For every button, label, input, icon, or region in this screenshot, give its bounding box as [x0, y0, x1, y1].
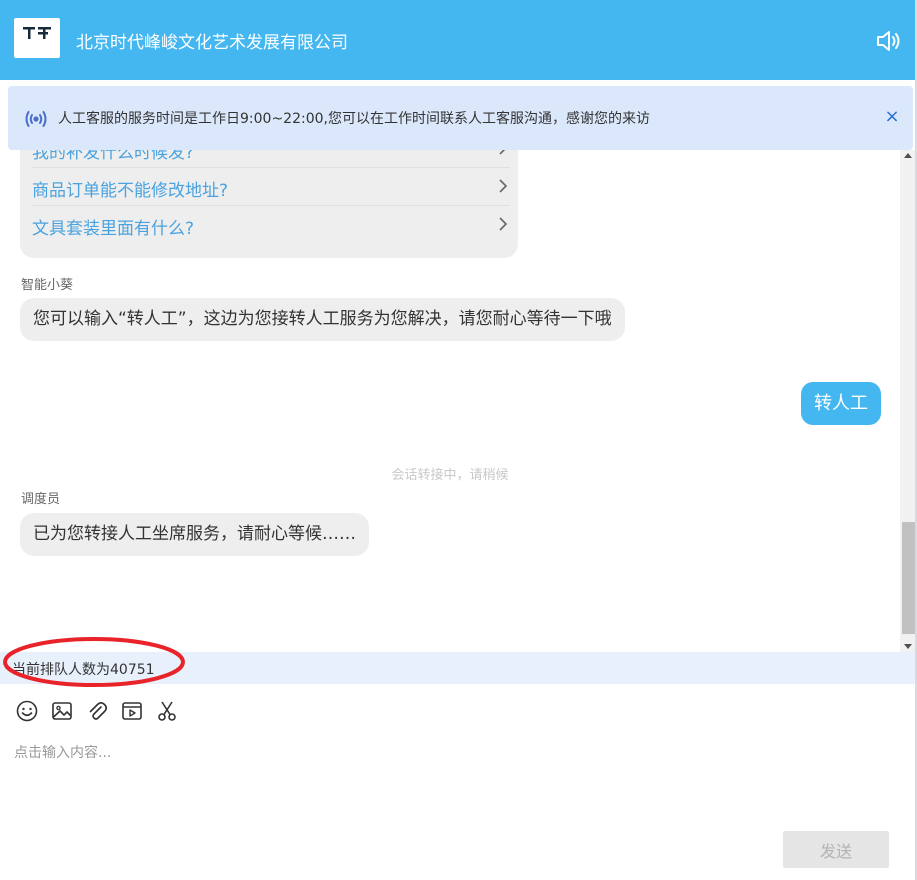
close-icon[interactable]: ×: [881, 106, 903, 128]
broadcast-icon: [24, 108, 48, 130]
faq-item-label[interactable]: 商品订单能不能修改地址?: [32, 176, 228, 201]
user-message-bubble: 转人工: [801, 382, 881, 425]
scrollbar-thumb[interactable]: [902, 522, 915, 634]
message-sender: 调度员: [21, 492, 61, 507]
chat-transcript[interactable]: 我的补发什么时候发? 商品订单能不能修改地址? 文具套装里面有什么? 智能小葵 …: [0, 150, 917, 652]
send-button[interactable]: 发送: [783, 831, 889, 868]
attachment-icon[interactable]: [84, 698, 110, 724]
agent-message-bubble: 已为您转接人工坐席服务，请耐心等候……: [20, 513, 369, 556]
scroll-down-arrow-icon[interactable]: [904, 644, 912, 649]
scissors-icon[interactable]: [154, 698, 180, 724]
message-sender: 智能小葵: [21, 278, 74, 293]
speaker-icon[interactable]: [875, 28, 903, 54]
notice-text: 人工客服的服务时间是工作日9:00~22:00,您可以在工作时间联系人工客服沟通…: [58, 111, 650, 127]
emoji-icon[interactable]: [14, 698, 40, 724]
composer-toolbar: [14, 698, 189, 724]
company-name: 北京时代峰峻文化艺术发展有限公司: [76, 33, 348, 53]
service-hours-notice: 人工客服的服务时间是工作日9:00~22:00,您可以在工作时间联系人工客服沟通…: [8, 86, 913, 150]
faq-item-label[interactable]: 我的补发什么时候发?: [32, 150, 194, 163]
faq-item-label[interactable]: 文具套装里面有什么?: [32, 214, 194, 239]
chevron-right-icon: [499, 179, 508, 193]
video-icon[interactable]: [119, 698, 145, 724]
scroll-up-arrow-icon[interactable]: [904, 153, 912, 158]
system-notice: 会话转接中，请稍候: [391, 468, 509, 483]
bot-message-bubble: 您可以输入“转人工”，这边为您接转人工服务为您解决，请您耐心等待一下哦: [20, 298, 625, 341]
logo-mark: [23, 27, 51, 39]
chevron-right-icon: [499, 217, 508, 231]
company-logo: [14, 18, 60, 58]
faq-item[interactable]: 商品订单能不能修改地址?: [32, 168, 510, 206]
faq-item[interactable]: 我的补发什么时候发?: [32, 150, 510, 168]
message-input[interactable]: [14, 742, 894, 812]
chat-header: 北京时代峰峻文化艺术发展有限公司: [0, 0, 917, 80]
faq-item[interactable]: 文具套装里面有什么?: [32, 206, 510, 244]
chevron-right-icon: [499, 150, 506, 155]
faq-card: 我的补发什么时候发? 商品订单能不能修改地址? 文具套装里面有什么?: [20, 150, 518, 258]
annotation-circle: [3, 637, 185, 687]
image-icon[interactable]: [49, 698, 75, 724]
